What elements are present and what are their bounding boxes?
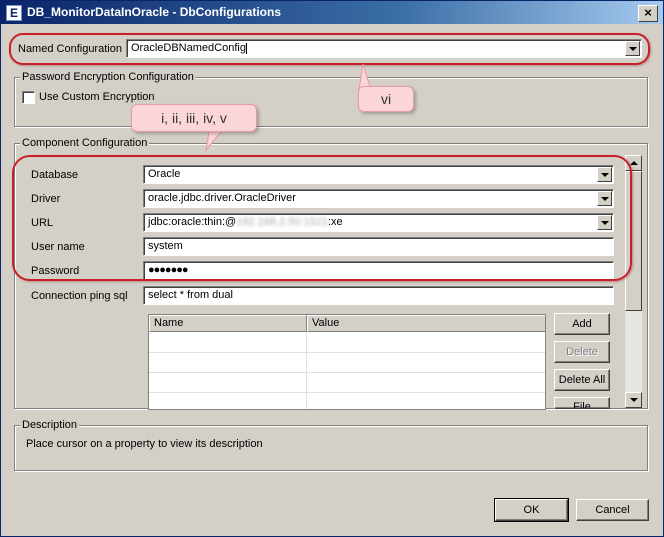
password-encryption-title: Password Encryption Configuration — [20, 71, 196, 83]
delete-all-button[interactable]: Delete All — [554, 369, 610, 391]
file-button[interactable]: File — [554, 397, 610, 409]
table-row-divider — [149, 372, 545, 373]
callout-vi: vi — [358, 86, 414, 112]
component-fields-highlight-ring — [12, 155, 632, 281]
column-header-name[interactable]: Name — [149, 315, 307, 332]
table-row-divider — [149, 352, 545, 353]
cancel-button[interactable]: Cancel — [576, 499, 649, 521]
title-bar[interactable]: E DB_MonitorDataInOracle - DbConfigurati… — [1, 1, 663, 24]
ping-sql-value: select * from dual — [148, 289, 233, 301]
table-row-divider — [149, 392, 545, 393]
column-header-value[interactable]: Value — [307, 315, 545, 332]
window-title: DB_MonitorDataInOracle - DbConfiguration… — [27, 5, 282, 19]
ping-sql-label: Connection ping sql — [31, 290, 128, 302]
use-custom-encryption-checkbox[interactable] — [22, 91, 35, 104]
app-icon: E — [6, 5, 22, 21]
description-title: Description — [20, 419, 80, 431]
callout-i-v: i, ii, iii, iv, v — [131, 104, 257, 132]
use-custom-encryption-label: Use Custom Encryption — [39, 91, 155, 103]
close-button[interactable]: × — [638, 5, 658, 22]
scroll-down-arrow-icon[interactable] — [625, 392, 642, 408]
ping-sql-input[interactable]: select * from dual — [143, 286, 614, 305]
ok-button[interactable]: OK — [494, 498, 569, 522]
delete-button[interactable]: Delete — [554, 341, 610, 363]
description-text: Place cursor on a property to view its d… — [26, 438, 263, 450]
table-column-divider — [306, 332, 307, 409]
named-config-highlight-ring — [9, 33, 650, 65]
properties-table[interactable]: Name Value — [148, 314, 546, 410]
component-configuration-title: Component Configuration — [20, 137, 150, 149]
add-button[interactable]: Add — [554, 313, 610, 335]
